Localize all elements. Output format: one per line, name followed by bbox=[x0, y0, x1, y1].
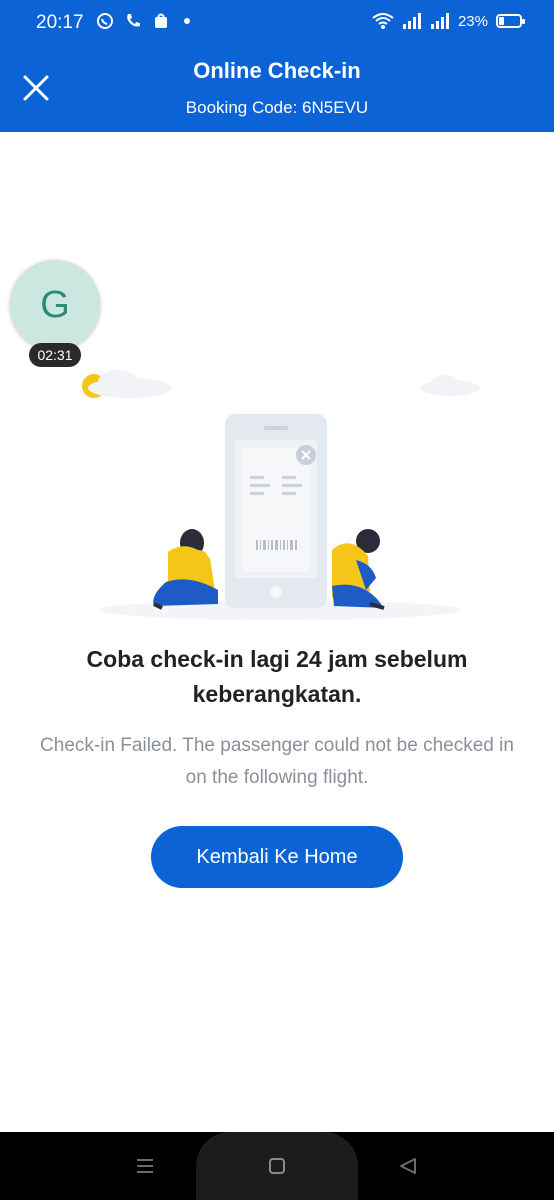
signal-icon bbox=[430, 13, 449, 29]
booking-code: Booking Code: 6N5EVU bbox=[185, 98, 369, 117]
menu-icon[interactable] bbox=[135, 1156, 155, 1176]
status-right: 23% bbox=[372, 12, 525, 30]
signal-icon bbox=[402, 13, 421, 29]
phone-icon bbox=[225, 414, 327, 608]
failed-checkin-illustration bbox=[82, 370, 480, 620]
status-bar: 20:17 23% bbox=[0, 0, 554, 48]
whatsapp-icon bbox=[97, 13, 113, 29]
more-notifications-dot bbox=[184, 18, 190, 24]
cloud-left-icon bbox=[82, 370, 172, 398]
battery-icon bbox=[496, 14, 525, 28]
app-header: Online Check-in Booking Code: 6N5EVU bbox=[0, 48, 554, 132]
back-to-home-button[interactable]: Kembali Ke Home bbox=[151, 826, 403, 888]
notification-icons bbox=[96, 12, 190, 30]
status-time: 20:17 bbox=[36, 12, 84, 33]
chat-head-avatar[interactable]: G bbox=[10, 260, 100, 350]
sad-man-figure bbox=[332, 529, 385, 610]
back-triangle-icon[interactable] bbox=[398, 1156, 418, 1176]
sad-woman-figure bbox=[153, 529, 218, 610]
failure-headline: Coba check-in lagi 24 jam sebelum kebera… bbox=[86, 646, 468, 707]
page-title: Online Check-in bbox=[193, 58, 361, 83]
error-badge-icon bbox=[296, 445, 316, 465]
wifi-icon bbox=[372, 13, 394, 29]
phone-icon bbox=[127, 14, 140, 27]
failure-detail: Check-in Failed. The passenger could not… bbox=[40, 735, 514, 788]
home-square-icon[interactable] bbox=[267, 1156, 287, 1176]
battery-percent: 23% bbox=[457, 12, 488, 30]
shopping-bag-icon bbox=[155, 13, 167, 28]
cloud-right-icon bbox=[420, 375, 480, 396]
